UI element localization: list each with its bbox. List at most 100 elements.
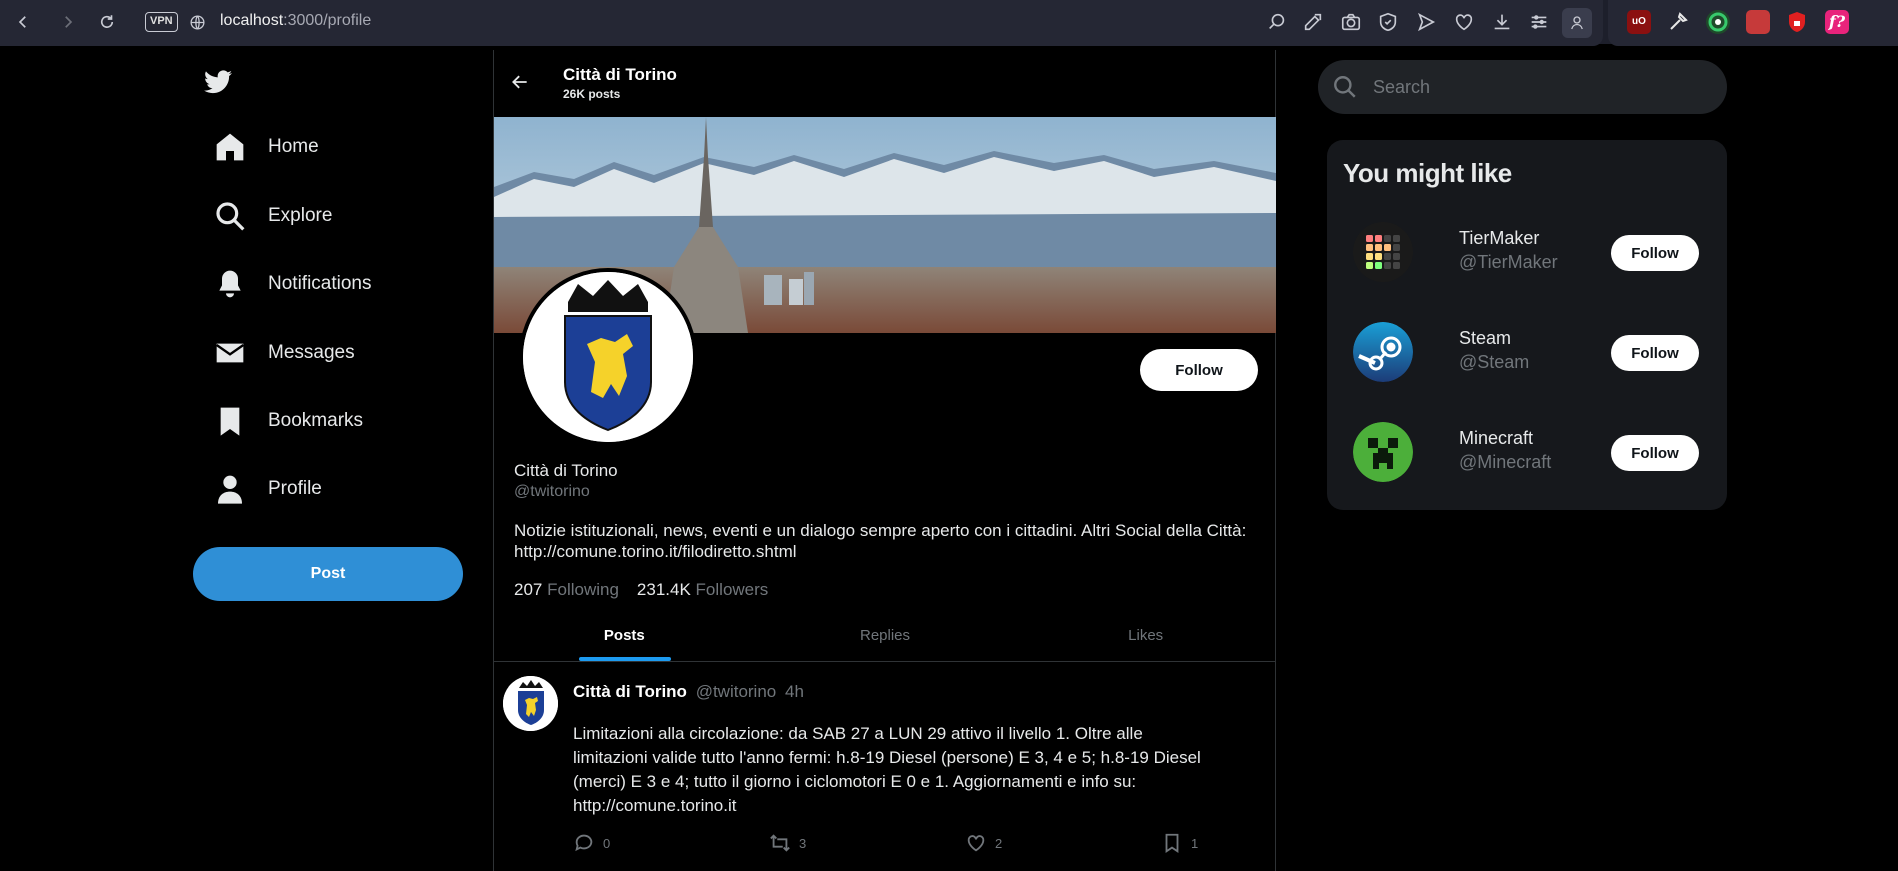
- browser-toolbar: VPN localhost:3000/profile uO f?: [0, 0, 1898, 46]
- suggestion-handle: @Minecraft: [1459, 452, 1552, 472]
- tweet-text: Limitazioni alla circolazione: da SAB 27…: [573, 724, 1201, 815]
- like-action[interactable]: 2: [965, 832, 1002, 854]
- reply-icon: [575, 834, 593, 852]
- bookmark-action[interactable]: 1: [1161, 832, 1198, 854]
- follow-tiermaker-button[interactable]: Follow: [1611, 235, 1699, 271]
- lock-extension-icon[interactable]: [1785, 10, 1809, 34]
- bookmark-icon: [1165, 833, 1179, 853]
- browser-profile-button[interactable]: [1562, 8, 1592, 38]
- suggestion-tiermaker[interactable]: TierMaker @TierMaker Follow: [1353, 222, 1713, 286]
- followers-stat[interactable]: 231.4K Followers: [637, 580, 768, 600]
- download-icon[interactable]: [1491, 11, 1513, 33]
- nav-messages-label: Messages: [268, 342, 355, 363]
- eyedropper-icon[interactable]: [1666, 10, 1690, 34]
- font-extension-icon[interactable]: f?: [1825, 10, 1849, 34]
- follow-profile-button[interactable]: Follow: [1140, 349, 1258, 391]
- tweet[interactable]: Città di Torino @twitorino 4h Limitazion…: [494, 662, 1276, 871]
- camera-icon[interactable]: [1340, 11, 1362, 33]
- nav-notifications[interactable]: Notifications: [214, 264, 372, 304]
- retweet-icon: [770, 834, 790, 852]
- ublock-icon[interactable]: uO: [1627, 10, 1651, 34]
- url-text[interactable]: localhost:3000/profile: [220, 12, 371, 30]
- nav-messages[interactable]: Messages: [214, 333, 355, 373]
- nav-home[interactable]: Home: [214, 127, 319, 167]
- edit-icon[interactable]: [1302, 11, 1324, 33]
- who-to-follow-title: You might like: [1343, 158, 1512, 188]
- person-icon: [218, 475, 242, 504]
- game-extension-icon[interactable]: [1746, 10, 1770, 34]
- follow-minecraft-button[interactable]: Follow: [1611, 435, 1699, 471]
- back-arrow-icon[interactable]: [510, 72, 530, 92]
- heart-icon: [967, 835, 985, 852]
- profile-avatar[interactable]: [519, 268, 697, 446]
- reply-action[interactable]: 0: [573, 832, 610, 854]
- nav-explore[interactable]: Explore: [214, 196, 332, 236]
- suggestion-handle: @TierMaker: [1459, 252, 1558, 272]
- profile-bio: Notizie istituzionali, news, eventi e un…: [514, 521, 1247, 561]
- tweet-actions: 0 3 2 1: [573, 832, 1198, 856]
- suggestion-minecraft[interactable]: Minecraft @Minecraft Follow: [1353, 422, 1713, 486]
- suggestion-name[interactable]: Steam: [1459, 328, 1511, 349]
- nav-home-label: Home: [268, 136, 319, 157]
- vpn-badge[interactable]: VPN: [145, 12, 178, 32]
- tweet-time[interactable]: 4h: [785, 682, 804, 701]
- header-post-count: 26K posts: [563, 87, 621, 101]
- following-stat[interactable]: 207 Following: [514, 580, 619, 600]
- profile-tabs: Posts Replies Likes: [494, 610, 1276, 662]
- reply-count: 0: [603, 835, 611, 851]
- followers-label: Followers: [695, 580, 769, 599]
- suggestion-name[interactable]: TierMaker: [1459, 228, 1539, 249]
- reload-icon[interactable]: [96, 11, 118, 33]
- nav-notifications-label: Notifications: [268, 273, 372, 294]
- tab-likes[interactable]: Likes: [1015, 610, 1276, 661]
- suggestion-handle: @Steam: [1459, 352, 1530, 372]
- nav-bookmarks[interactable]: Bookmarks: [214, 401, 363, 441]
- tiermaker-avatar[interactable]: [1353, 222, 1413, 282]
- globe-icon: [186, 11, 208, 33]
- shield-icon[interactable]: [1377, 11, 1399, 33]
- forward-icon[interactable]: [57, 11, 79, 33]
- suggestion-name[interactable]: Minecraft: [1459, 428, 1533, 449]
- nav-explore-label: Explore: [268, 205, 333, 226]
- profile-name: Città di Torino: [514, 461, 618, 480]
- bookmark-count: 1: [1191, 835, 1199, 851]
- home-icon: [216, 133, 244, 161]
- retweet-count: 3: [799, 835, 807, 851]
- heart-icon[interactable]: [1453, 11, 1475, 33]
- minecraft-avatar[interactable]: [1353, 422, 1413, 482]
- suggestion-steam[interactable]: Steam @Steam Follow: [1353, 322, 1713, 386]
- search-input[interactable]: [1373, 72, 1703, 102]
- search-box[interactable]: [1318, 60, 1727, 114]
- follow-steam-button[interactable]: Follow: [1611, 335, 1699, 371]
- envelope-icon: [215, 343, 245, 363]
- settings-sliders-icon[interactable]: [1528, 11, 1550, 33]
- like-count: 2: [995, 835, 1003, 851]
- find-icon[interactable]: [1266, 11, 1288, 33]
- url-path: :3000/profile: [283, 12, 372, 29]
- tweet-avatar[interactable]: [503, 676, 558, 731]
- profile-column: Città di Torino 26K posts Follow Città d…: [493, 50, 1276, 871]
- tab-replies[interactable]: Replies: [755, 610, 1016, 661]
- profile-handle: @twitorino: [514, 483, 590, 500]
- url-host: localhost: [220, 12, 284, 29]
- tweet-author-handle[interactable]: @twitorino: [696, 682, 777, 701]
- tweet-header: Città di Torino @twitorino 4h: [573, 682, 804, 702]
- circle-extension-icon[interactable]: [1706, 10, 1730, 34]
- search-icon: [1334, 76, 1356, 98]
- tweet-author-name[interactable]: Città di Torino: [573, 682, 687, 701]
- twitter-logo-icon[interactable]: [204, 70, 232, 94]
- search-icon: [216, 202, 245, 231]
- back-icon[interactable]: [12, 11, 34, 33]
- nav-profile-label: Profile: [268, 478, 322, 499]
- profile-stats: 207 Following 231.4K Followers: [514, 580, 768, 600]
- retweet-action[interactable]: 3: [769, 832, 806, 854]
- header-profile-name: Città di Torino: [563, 65, 677, 84]
- post-button[interactable]: Post: [193, 547, 463, 601]
- send-icon[interactable]: [1415, 11, 1437, 33]
- who-to-follow-panel: You might like TierMaker @TierMaker Foll…: [1327, 140, 1727, 510]
- following-label: Following: [547, 580, 619, 599]
- nav-profile[interactable]: Profile: [214, 469, 322, 509]
- bell-icon: [219, 270, 241, 298]
- tab-posts[interactable]: Posts: [494, 610, 755, 661]
- steam-avatar[interactable]: [1353, 322, 1413, 382]
